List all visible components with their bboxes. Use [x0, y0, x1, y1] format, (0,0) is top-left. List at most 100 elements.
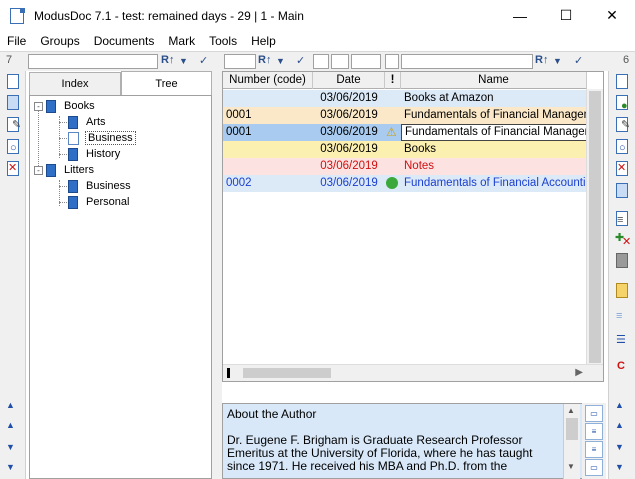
menu-documents[interactable]: Documents [87, 34, 162, 48]
move-down-icon[interactable]: ▼ [6, 443, 15, 452]
move-bottom-icon[interactable]: ▼ [6, 463, 15, 472]
tree-node-books[interactable]: - Books [34, 98, 97, 114]
move-top-icon[interactable]: ▲ [6, 401, 15, 410]
edit-document-icon[interactable]: ✎ [614, 117, 630, 133]
lock-icon[interactable] [614, 253, 630, 269]
title-bar: ModusDoc 7.1 - test: remained days - 29 … [0, 0, 635, 31]
memo-line: since 1971. He received his MBA and Ph.D… [227, 459, 508, 473]
flag-filter-input[interactable] [385, 54, 399, 69]
scroll-right-arrow[interactable]: ▶ [575, 367, 583, 378]
collapse-icon[interactable]: - [34, 101, 43, 111]
window-title: ModusDoc 7.1 - test: remained days - 29 … [34, 8, 304, 23]
name-filter-icon[interactable]: ▼ [553, 56, 562, 66]
tree-node-business[interactable]: Business [68, 130, 136, 146]
find-document-icon[interactable]: ○ [614, 139, 630, 155]
cell-name: Fundamentals of Financial Accounting [404, 177, 587, 189]
grid-check-icon[interactable]: ✓ [296, 54, 305, 67]
tree-node-history[interactable]: History [68, 146, 122, 162]
memo-tab-2[interactable]: ≡ [585, 423, 603, 440]
pane-splitter[interactable] [212, 71, 222, 479]
memo-tab-1[interactable]: ▭ [585, 405, 603, 422]
collapse-icon[interactable]: - [34, 165, 43, 175]
scroll-left-arrow[interactable] [227, 368, 230, 378]
new-document-icon[interactable] [614, 74, 630, 90]
hscroll-thumb[interactable] [243, 368, 331, 378]
filter-icon[interactable]: ▼ [179, 56, 188, 66]
table-row[interactable]: 0001 03/06/2019 Fundamentals of Financial … [223, 107, 587, 124]
doc-move-up-icon[interactable]: ▲ [615, 421, 624, 430]
folder-icon[interactable] [614, 283, 630, 299]
tree-node-personal[interactable]: Personal [68, 194, 131, 210]
left-count: 7 [6, 54, 13, 66]
right-toolbar: ● ✎ ○ ✕ ≡ ✚ ✕ ≡ ☰ C ▲ ▲ ▼ ▼ [608, 71, 635, 479]
table-row[interactable]: 0001 03/06/2019 ⚠ Fundamentals of Financial… [223, 124, 587, 141]
copy-group-icon[interactable] [5, 95, 21, 111]
grid-filter-icon[interactable]: ▼ [276, 56, 285, 66]
group-tree[interactable]: - Books Arts Business History - Litters … [29, 95, 212, 479]
cell-name: Notes [404, 160, 435, 172]
tab-index[interactable]: Index [29, 72, 121, 95]
filter-bar: 7 R↑ ▼ ✓ R↑ ▼ ✓ R↑ ▼ ✓ 6 [0, 51, 635, 71]
grid-horizontal-scrollbar[interactable]: ▶ [223, 364, 603, 381]
minimize-button[interactable]: — [497, 0, 543, 31]
calendar-icon[interactable]: C [614, 359, 630, 375]
move-document-icon[interactable]: ✚ ✕ [614, 231, 631, 248]
doc-move-down-icon[interactable]: ▼ [615, 443, 624, 452]
menu-groups[interactable]: Groups [33, 34, 86, 48]
new-group-icon[interactable] [5, 74, 21, 90]
scroll-thumb[interactable] [589, 91, 601, 363]
warning-icon: ⚠ [386, 125, 397, 139]
grid-vertical-scrollbar[interactable] [586, 89, 603, 366]
header-flag[interactable]: ! [385, 72, 401, 89]
menu-file[interactable]: File [0, 34, 33, 48]
right-count: 6 [623, 54, 630, 66]
documents-grid[interactable]: Number (code) Date ! Name 03/06/2019 Book… [222, 71, 604, 382]
copy-document-icon[interactable]: ≡ [614, 211, 630, 227]
memo-scrollbar[interactable]: ▲ ▼ [563, 404, 580, 479]
list-icon[interactable]: ≡ [614, 309, 630, 325]
sort-icon[interactable]: R↑ [161, 54, 174, 66]
name-check-icon[interactable]: ✓ [574, 54, 583, 67]
date-filter-input-3[interactable] [351, 54, 381, 69]
header-name[interactable]: Name [401, 72, 587, 89]
header-date[interactable]: Date [313, 72, 385, 89]
tree-node-arts[interactable]: Arts [68, 114, 108, 130]
move-up-icon[interactable]: ▲ [6, 421, 15, 430]
table-row[interactable]: 03/06/2019 Books [223, 141, 587, 158]
tree-node-litters-business[interactable]: Business [68, 178, 133, 194]
tree-view-icon[interactable]: ☰ [614, 333, 630, 349]
open-document-icon[interactable]: ● [614, 95, 630, 112]
table-row[interactable]: 0002 03/06/2019 Fundamentals of Financial … [223, 175, 587, 192]
check-icon[interactable]: ✓ [199, 54, 208, 67]
menu-tools[interactable]: Tools [202, 34, 244, 48]
delete-group-icon[interactable]: ✕ [5, 161, 21, 177]
delete-document-icon[interactable]: ✕ [614, 161, 630, 177]
tree-filter-input[interactable] [28, 54, 158, 69]
menu-help[interactable]: Help [244, 34, 283, 48]
tree-node-litters[interactable]: - Litters [34, 162, 96, 178]
name-sort-icon[interactable]: R↑ [535, 54, 548, 66]
close-button[interactable]: ✕ [589, 0, 635, 31]
header-number[interactable]: Number (code) [223, 72, 313, 89]
memo-tab-3[interactable]: ≡ [585, 441, 603, 458]
find-group-icon[interactable]: ○ [5, 139, 21, 155]
doc-move-top-icon[interactable]: ▲ [615, 401, 624, 410]
name-filter-input[interactable] [401, 54, 533, 69]
memo-scroll-thumb[interactable] [566, 418, 578, 440]
grid-sort-icon[interactable]: R↑ [258, 54, 271, 66]
edit-group-icon[interactable]: ✎ [5, 117, 21, 133]
cell-date: 03/06/2019 [320, 177, 378, 189]
doc-move-bottom-icon[interactable]: ▼ [615, 463, 624, 472]
date-filter-input[interactable] [313, 54, 329, 69]
table-row[interactable]: 03/06/2019 Notes [223, 158, 587, 175]
number-filter-input[interactable] [224, 54, 256, 69]
maximize-button[interactable]: ☐ [543, 0, 589, 31]
properties-icon[interactable] [614, 183, 630, 199]
table-row[interactable]: 03/06/2019 Books at Amazon [223, 90, 587, 107]
tab-tree[interactable]: Tree [121, 71, 212, 95]
memo-tab-4[interactable]: ▭ [585, 459, 603, 476]
cell-number [223, 141, 313, 158]
memo-pane[interactable]: About the Author Dr. Eugene F. Brigham i… [222, 403, 583, 479]
date-filter-input-2[interactable] [331, 54, 349, 69]
menu-mark[interactable]: Mark [161, 34, 202, 48]
